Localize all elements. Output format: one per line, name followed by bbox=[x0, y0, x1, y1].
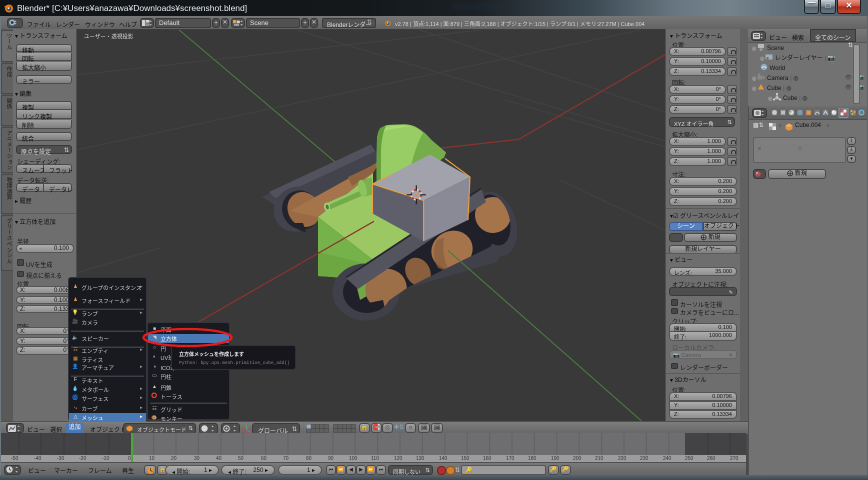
svg-text:ユーザー・透視投影: ユーザー・透視投影 bbox=[84, 33, 134, 41]
